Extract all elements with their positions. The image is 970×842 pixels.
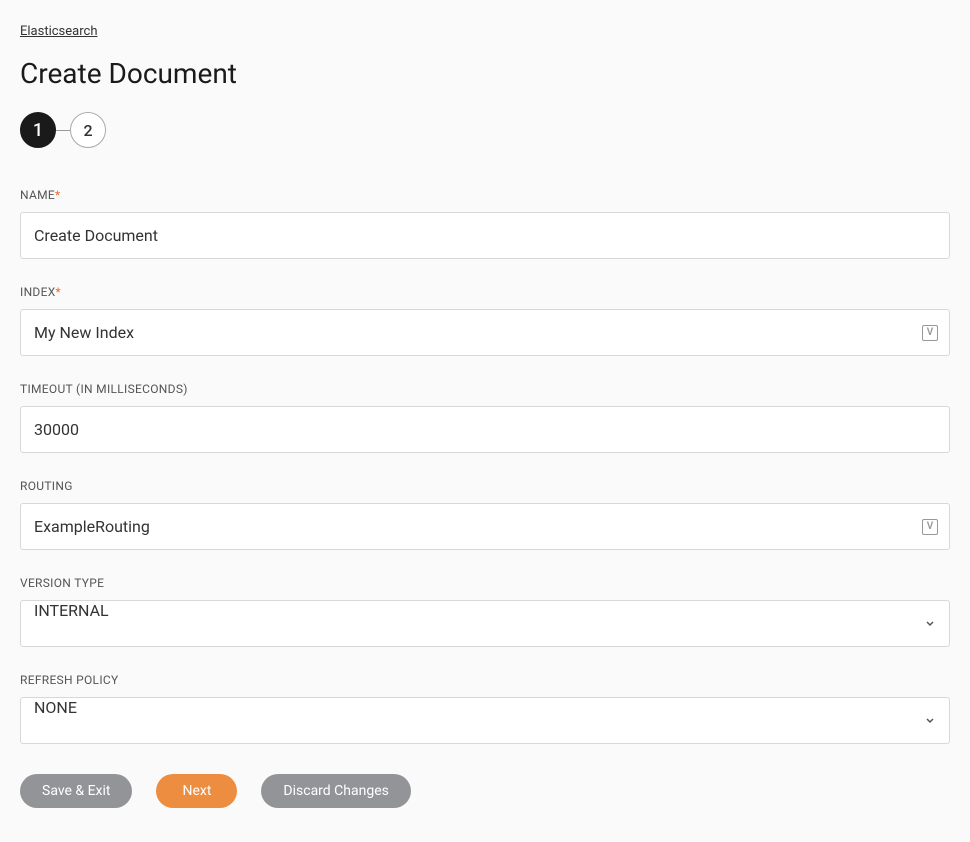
routing-input[interactable] [20, 503, 950, 550]
button-row: Save & Exit Next Discard Changes [20, 774, 950, 808]
variable-icon[interactable]: V [922, 519, 938, 535]
refresh-policy-label: REFRESH POLICY [20, 673, 950, 687]
form-group-version-type: VERSION TYPE INTERNAL [20, 576, 950, 647]
timeout-label: TIMEOUT (IN MILLISECONDS) [20, 382, 950, 396]
form-group-refresh-policy: REFRESH POLICY NONE [20, 673, 950, 744]
required-asterisk: * [55, 188, 60, 202]
step-1[interactable]: 1 [20, 112, 56, 148]
version-type-label: VERSION TYPE [20, 576, 950, 590]
index-label-text: INDEX [20, 285, 56, 299]
form-group-name: NAME* [20, 188, 950, 259]
name-label: NAME* [20, 188, 950, 202]
index-input[interactable] [20, 309, 950, 356]
name-input[interactable] [20, 212, 950, 259]
discard-changes-button[interactable]: Discard Changes [261, 774, 410, 808]
refresh-policy-select[interactable]: NONE [20, 697, 950, 744]
required-asterisk: * [56, 285, 61, 299]
step-connector [56, 130, 70, 131]
form-group-routing: ROUTING V [20, 479, 950, 550]
step-2[interactable]: 2 [70, 112, 106, 148]
version-type-select[interactable]: INTERNAL [20, 600, 950, 647]
breadcrumb-elasticsearch[interactable]: Elasticsearch [20, 24, 97, 39]
variable-icon[interactable]: V [922, 325, 938, 341]
name-label-text: NAME [20, 188, 55, 202]
index-label: INDEX* [20, 285, 950, 299]
next-button[interactable]: Next [156, 774, 237, 808]
timeout-input[interactable] [20, 406, 950, 453]
page-title: Create Document [20, 57, 950, 90]
save-exit-button[interactable]: Save & Exit [20, 774, 132, 808]
form-group-timeout: TIMEOUT (IN MILLISECONDS) [20, 382, 950, 453]
form-group-index: INDEX* V [20, 285, 950, 356]
routing-label: ROUTING [20, 479, 950, 493]
stepper: 1 2 [20, 112, 950, 148]
